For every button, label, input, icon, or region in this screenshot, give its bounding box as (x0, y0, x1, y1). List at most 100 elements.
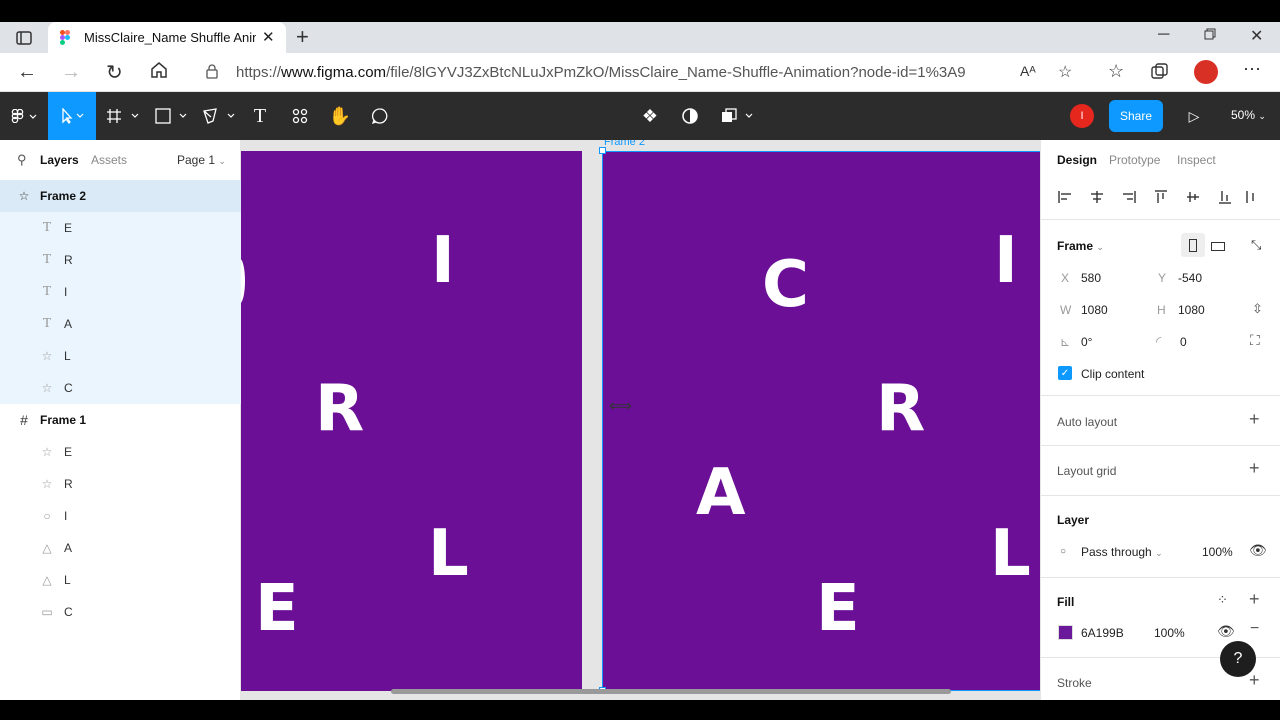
share-button[interactable]: Share (1109, 100, 1163, 132)
resize-handle[interactable] (599, 147, 606, 154)
browser-tab[interactable]: MissClaire_Name Shuffle Animat ✕ (48, 22, 286, 53)
lock-icon[interactable] (206, 64, 218, 82)
layer-item[interactable]: ☆ C (0, 372, 241, 404)
partial-shape (241, 259, 245, 303)
restore-icon[interactable] (1204, 28, 1216, 43)
tab-assets[interactable]: Assets (91, 153, 127, 167)
fill-color-swatch[interactable] (1058, 625, 1073, 640)
layer-frame-2[interactable]: ☆ Frame 2 (0, 180, 241, 212)
add-favorite-icon[interactable]: ☆ (1058, 62, 1072, 82)
canvas[interactable]: I R L E Frame 2 C I R A L E ⟺ (241, 140, 1040, 700)
more-menu-icon[interactable]: ⋯ (1243, 59, 1261, 80)
pen-tool-icon[interactable] (200, 92, 240, 140)
user-avatar[interactable]: I (1070, 104, 1094, 128)
shape-tool-icon[interactable] (152, 92, 192, 140)
home-icon[interactable] (150, 61, 168, 82)
rotation-input[interactable]: 0° (1081, 335, 1092, 349)
resources-tool-icon[interactable] (284, 92, 316, 140)
bottom-black-bar (0, 700, 1280, 720)
add-auto-layout-icon[interactable]: + (1249, 409, 1260, 430)
alignment-icons[interactable] (1057, 188, 1257, 206)
hand-tool-icon[interactable]: ✋ (324, 92, 356, 140)
add-layout-grid-icon[interactable]: + (1249, 458, 1260, 479)
layer-item[interactable]: T I (0, 276, 241, 308)
zoom-level[interactable]: 50% ⌄ (1231, 108, 1266, 122)
layer-item[interactable]: ▭ C (0, 596, 241, 628)
independent-corners-icon[interactable]: ⛶ (1250, 332, 1260, 349)
portrait-icon[interactable] (1181, 233, 1205, 257)
triangle-layer-icon: △ (42, 541, 52, 555)
tab-layers[interactable]: Layers (40, 153, 79, 167)
tab-design[interactable]: Design (1057, 153, 1097, 167)
help-button[interactable]: ? (1220, 641, 1256, 677)
eye-icon[interactable]: 👁 (1249, 542, 1267, 559)
landscape-icon[interactable] (1211, 240, 1225, 254)
layer-item[interactable]: ○ I (0, 500, 241, 532)
close-tab-icon[interactable]: ✕ (262, 28, 275, 46)
y-label: Y (1158, 271, 1167, 285)
mask-icon[interactable] (674, 92, 706, 140)
stroke-title: Stroke (1057, 676, 1092, 690)
letter-i[interactable]: I (431, 229, 455, 293)
layer-item[interactable]: △ A (0, 532, 241, 564)
present-play-icon[interactable]: ▷ (1178, 92, 1210, 140)
letter-e[interactable]: E (255, 577, 299, 641)
layer-item[interactable]: ☆ R (0, 468, 241, 500)
layer-opacity-input[interactable]: 100% (1202, 545, 1233, 559)
forward-icon[interactable]: → (61, 61, 81, 84)
fill-opacity-input[interactable]: 100% (1154, 626, 1185, 640)
frame-title[interactable]: Frame ⌄ (1057, 239, 1104, 253)
collections-icon[interactable] (1151, 63, 1169, 82)
layer-item[interactable]: ☆ L (0, 340, 241, 372)
style-grid-icon[interactable]: ⁘ (1217, 592, 1228, 608)
remove-fill-icon[interactable]: − (1250, 620, 1259, 638)
layer-frame-1[interactable]: # Frame 1 (0, 404, 241, 436)
clip-content-checkbox[interactable]: ✓ (1058, 366, 1072, 380)
profile-avatar[interactable] (1194, 60, 1218, 84)
layer-item[interactable]: T A (0, 308, 241, 340)
move-tool-icon[interactable] (48, 92, 96, 140)
blend-mode-select[interactable]: Pass through ⌄ (1081, 545, 1163, 559)
frame-2-label[interactable]: Frame 2 (604, 140, 645, 148)
page-selector[interactable]: Page 1 ⌄ (177, 153, 226, 167)
text-tool-icon[interactable]: T (244, 92, 276, 140)
star-layer-icon: ☆ (41, 381, 53, 395)
h-input[interactable]: 1080 (1178, 303, 1205, 317)
tab-prototype[interactable]: Prototype (1109, 153, 1160, 167)
browser-addressbar: ← → ↻ https://www.figma.com/file/8lGYVJ3… (0, 53, 1280, 92)
layer-item[interactable]: T E (0, 212, 241, 244)
tab-actions-icon[interactable] (14, 28, 34, 48)
comment-tool-icon[interactable] (364, 92, 396, 140)
letter-l[interactable]: L (428, 522, 469, 586)
main-menu-icon[interactable] (0, 92, 48, 140)
letter-r[interactable]: R (315, 377, 364, 441)
boolean-icon[interactable] (716, 92, 758, 140)
radius-input[interactable]: 0 (1180, 335, 1187, 349)
fill-visibility-icon[interactable]: 👁 (1217, 623, 1235, 640)
favorites-icon[interactable]: ☆ (1108, 61, 1124, 82)
y-input[interactable]: -540 (1178, 271, 1202, 285)
horizontal-scrollbar[interactable] (391, 689, 951, 694)
reload-icon[interactable]: ↻ (106, 60, 123, 85)
fill-hex-input[interactable]: 6A199B (1081, 626, 1124, 640)
x-input[interactable]: 580 (1081, 271, 1101, 285)
tab-inspect[interactable]: Inspect (1177, 153, 1216, 167)
add-fill-icon[interactable]: + (1249, 589, 1260, 610)
layer-item[interactable]: T R (0, 244, 241, 276)
back-icon[interactable]: ← (17, 61, 37, 84)
close-window-icon[interactable]: ✕ (1250, 26, 1263, 46)
w-input[interactable]: 1080 (1081, 303, 1108, 317)
layer-item[interactable]: △ L (0, 564, 241, 596)
search-icon[interactable]: ⚲ (17, 152, 27, 168)
url-field[interactable]: https://www.figma.com/file/8lGYVJ3ZxBtcN… (188, 57, 1032, 87)
frame-tool-icon[interactable] (104, 92, 144, 140)
frame-1[interactable]: I R L E (241, 151, 582, 691)
new-tab-icon[interactable]: + (296, 24, 309, 50)
layer-item[interactable]: ☆ E (0, 436, 241, 468)
read-aloud-icon[interactable]: Aᴬ (1020, 63, 1036, 79)
add-stroke-icon[interactable]: + (1249, 670, 1260, 691)
component-icon[interactable]: ❖ (634, 92, 666, 140)
minimize-icon[interactable]: ─ (1158, 26, 1169, 44)
resize-to-fit-icon[interactable]: ⤡ (1251, 237, 1261, 253)
constrain-proportions-icon[interactable]: ⇳ (1252, 301, 1263, 317)
